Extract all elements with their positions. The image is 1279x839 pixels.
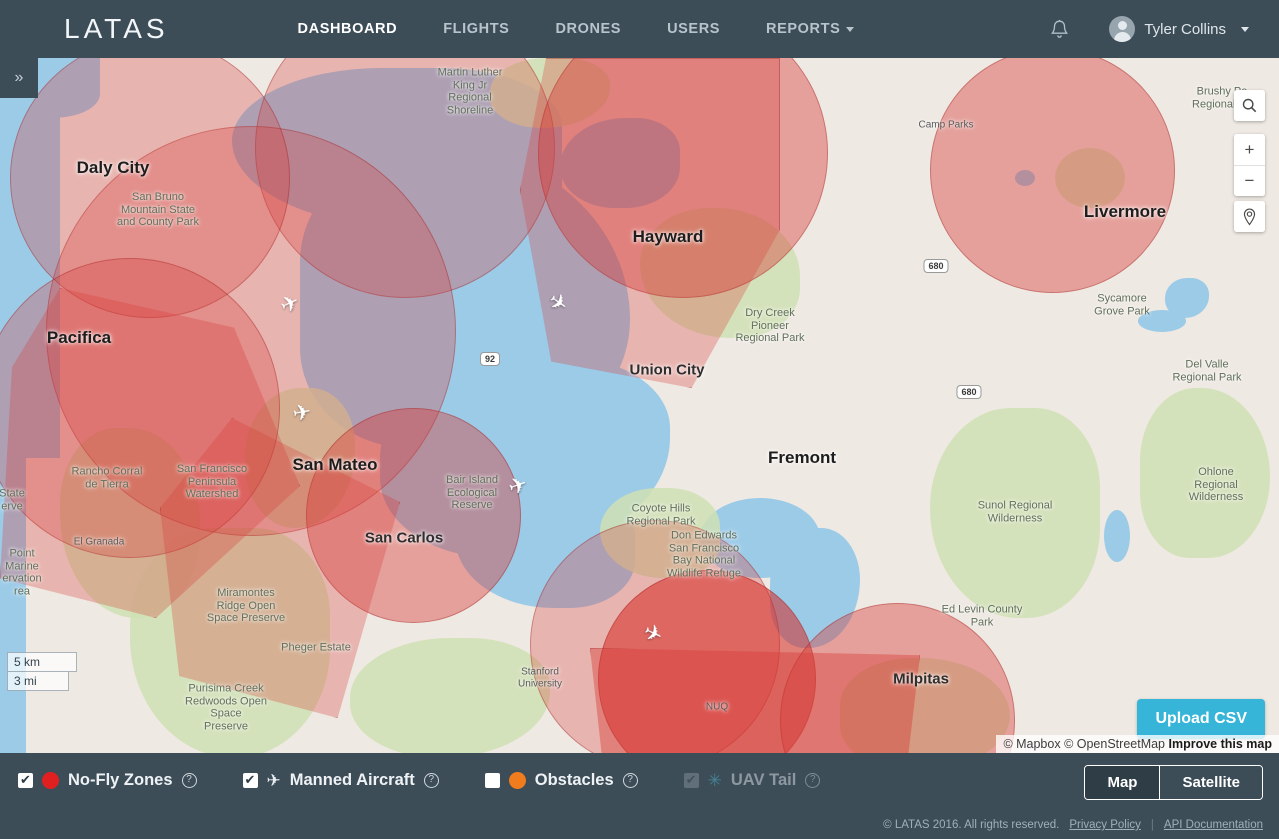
highway-shield: 680 xyxy=(956,385,981,399)
nav-label-flights: FLIGHTS xyxy=(443,21,509,37)
chevron-double-right-icon: » xyxy=(15,69,24,87)
legend-label: No-Fly Zones xyxy=(68,771,173,790)
legend-label: Obstacles xyxy=(535,771,614,790)
legend-checkbox xyxy=(684,773,699,788)
map-attribution: © Mapbox © OpenStreetMap Improve this ma… xyxy=(996,735,1279,753)
user-menu[interactable]: Tyler Collins xyxy=(1099,16,1279,42)
nav-label-reports: REPORTS xyxy=(766,21,840,37)
minus-icon: − xyxy=(1245,171,1255,191)
plane-icon: ✈ xyxy=(267,772,281,789)
legend-label: Manned Aircraft xyxy=(290,771,415,790)
nav-item-reports[interactable]: REPORTS xyxy=(743,15,877,43)
attribution-osm[interactable]: © OpenStreetMap xyxy=(1064,737,1165,751)
map-legend: No-Fly Zones?✈Manned Aircraft?Obstacles?… xyxy=(18,771,866,790)
main-nav: DASHBOARD FLIGHTS DRONES USERS REPORTS xyxy=(275,15,878,43)
zoom-in-button[interactable]: + xyxy=(1234,134,1265,165)
nav-label-drones: DRONES xyxy=(555,21,621,37)
legend-checkbox[interactable] xyxy=(485,773,500,788)
location-pin-icon xyxy=(1242,208,1257,226)
map-locate-control[interactable] xyxy=(1234,201,1265,232)
footer-copyright: © LATAS 2016. All rights reserved. Priva… xyxy=(883,819,1263,831)
api-documentation-link[interactable]: API Documentation xyxy=(1164,819,1263,831)
aircraft-marker-icon[interactable]: ✈ xyxy=(291,401,313,426)
no-fly-zone[interactable] xyxy=(590,648,920,753)
chevron-down-icon xyxy=(846,27,854,32)
brand-logo[interactable]: LATAS xyxy=(64,13,169,45)
privacy-policy-link[interactable]: Privacy Policy xyxy=(1069,819,1141,831)
top-navbar: LATAS DASHBOARD FLIGHTS DRONES USERS REP… xyxy=(0,0,1279,58)
help-icon[interactable]: ? xyxy=(182,773,197,788)
nav-label-dashboard: DASHBOARD xyxy=(298,21,398,37)
legend-item-obstacles[interactable]: Obstacles? xyxy=(485,771,638,790)
upload-csv-button[interactable]: Upload CSV xyxy=(1137,699,1265,739)
nav-label-users: USERS xyxy=(667,21,720,37)
legend-label: UAV Tail xyxy=(731,771,796,790)
map-type-map-button[interactable]: Map xyxy=(1085,766,1159,799)
footer-divider: | xyxy=(1151,819,1154,831)
nav-item-users[interactable]: USERS xyxy=(644,15,743,43)
map-type-satellite-button[interactable]: Satellite xyxy=(1159,766,1262,799)
nav-item-flights[interactable]: FLIGHTS xyxy=(420,15,532,43)
search-button[interactable] xyxy=(1234,90,1265,121)
copyright-text: © LATAS 2016. All rights reserved. xyxy=(883,819,1059,831)
map-search-control[interactable] xyxy=(1234,90,1265,121)
highway-shield: 92 xyxy=(480,352,500,366)
scale-imperial: 3 mi xyxy=(7,672,69,691)
highway-shield: 680 xyxy=(923,259,948,273)
legend-color-dot xyxy=(509,772,526,789)
scale-metric: 5 km xyxy=(7,652,77,672)
nav-item-drones[interactable]: DRONES xyxy=(532,15,644,43)
notifications-button[interactable] xyxy=(1020,19,1099,40)
header-right-cluster: Tyler Collins xyxy=(1020,0,1279,58)
help-icon[interactable]: ? xyxy=(805,773,820,788)
avatar xyxy=(1109,16,1135,42)
sidebar-expand-toggle[interactable]: » xyxy=(0,58,38,98)
nav-item-dashboard[interactable]: DASHBOARD xyxy=(275,15,421,43)
map-type-toggle[interactable]: Map Satellite xyxy=(1084,765,1263,800)
zoom-out-button[interactable]: − xyxy=(1234,165,1265,196)
locate-button[interactable] xyxy=(1234,201,1265,232)
help-icon[interactable]: ? xyxy=(424,773,439,788)
chevron-down-icon xyxy=(1241,27,1249,32)
help-icon[interactable]: ? xyxy=(623,773,638,788)
legend-checkbox[interactable] xyxy=(18,773,33,788)
latas-dashboard: LATAS DASHBOARD FLIGHTS DRONES USERS REP… xyxy=(0,0,1279,839)
legend-item-manned-aircraft[interactable]: ✈ Manned Aircraft? xyxy=(243,771,439,790)
legend-color-dot xyxy=(42,772,59,789)
search-icon xyxy=(1242,98,1257,113)
map-zoom-control[interactable]: + − xyxy=(1234,134,1265,196)
bell-icon xyxy=(1050,19,1069,40)
improve-map-link[interactable]: Improve this map xyxy=(1169,737,1273,751)
legend-item-no-fly-zones[interactable]: No-Fly Zones? xyxy=(18,771,197,790)
legend-checkbox[interactable] xyxy=(243,773,258,788)
footer-bar: No-Fly Zones?✈Manned Aircraft?Obstacles?… xyxy=(0,753,1279,839)
no-fly-zone[interactable] xyxy=(930,58,1175,293)
user-name: Tyler Collins xyxy=(1144,21,1226,38)
legend-item-uav-tail: ✳ UAV Tail? xyxy=(684,771,821,790)
attribution-mapbox[interactable]: © Mapbox xyxy=(1003,737,1060,751)
uav-tail-icon: ✳ xyxy=(708,772,722,789)
plus-icon: + xyxy=(1245,140,1255,160)
map-scale-bar: 5 km 3 mi xyxy=(7,652,77,691)
map-canvas[interactable]: Daly CityPacificaSan MateoSan CarlosHayw… xyxy=(0,58,1279,753)
